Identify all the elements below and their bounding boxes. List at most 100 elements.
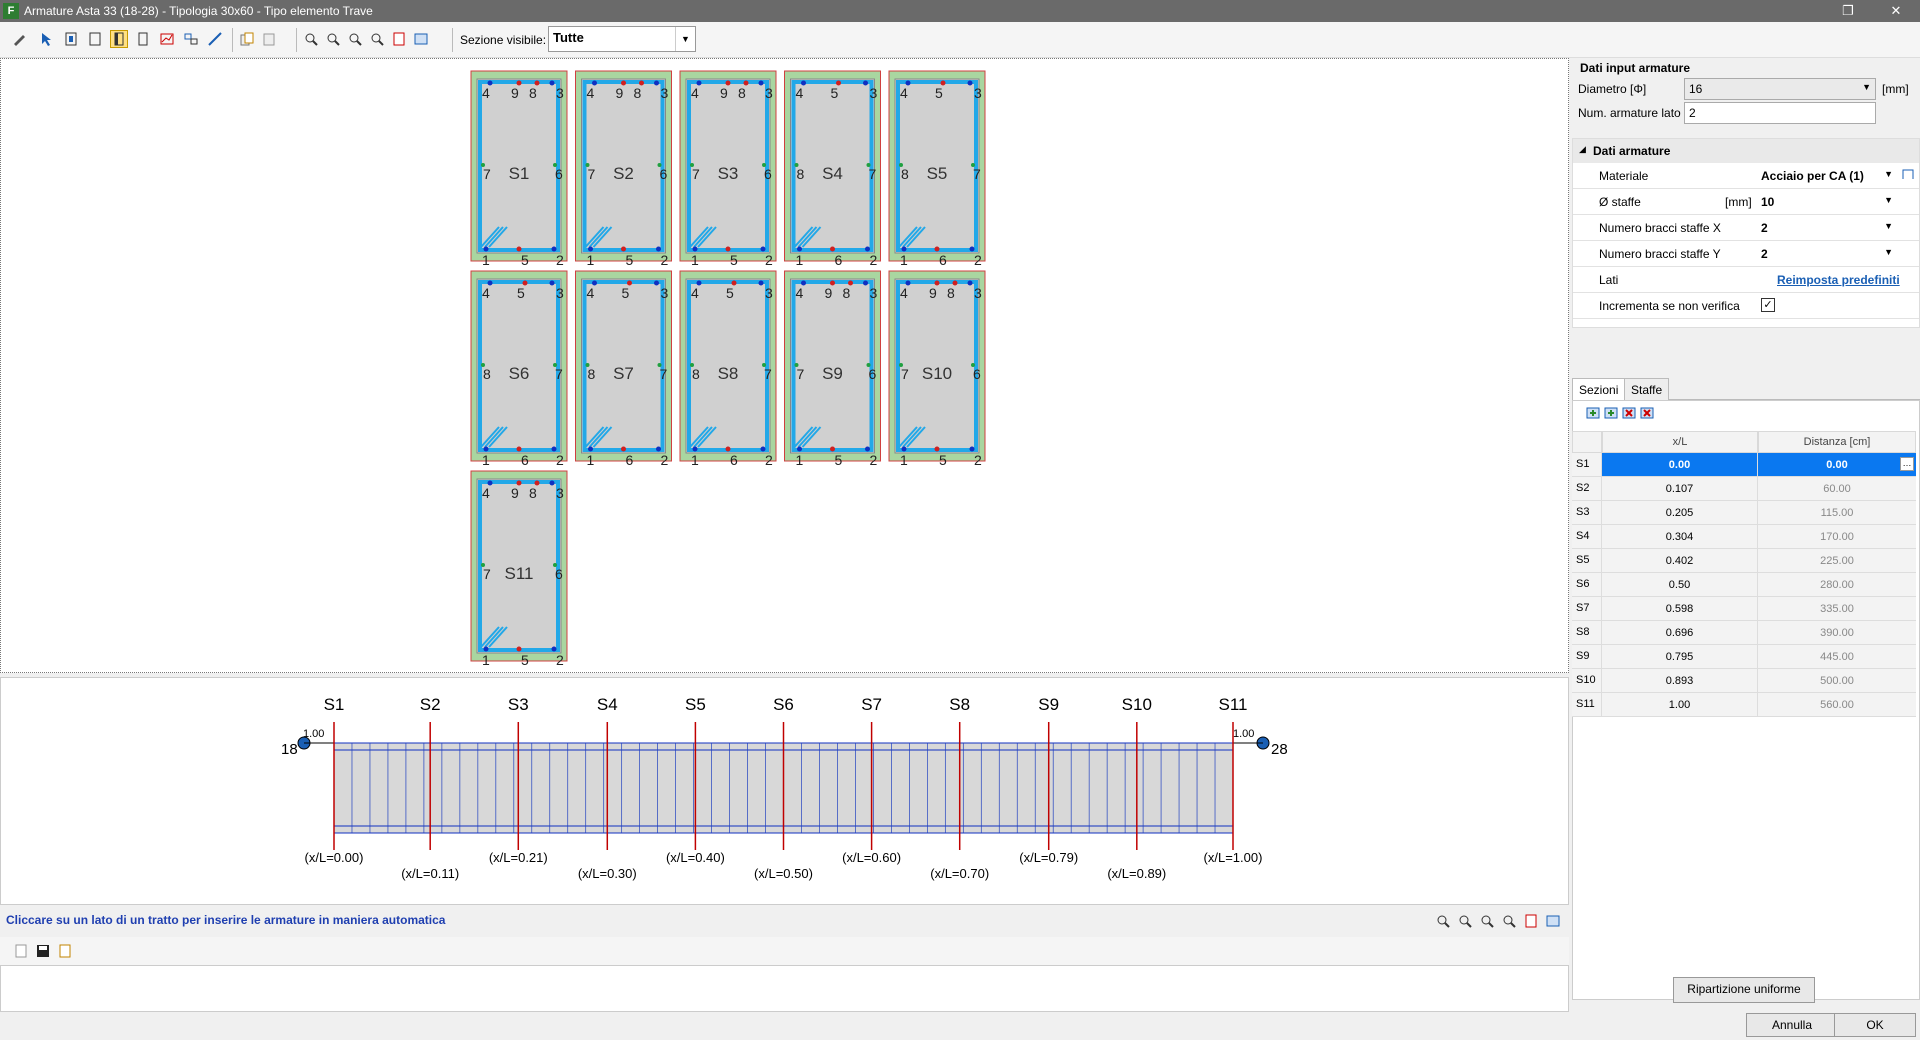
xl-cell[interactable]: 0.893 <box>1602 669 1758 693</box>
xl-cell[interactable]: 0.50 <box>1602 573 1758 597</box>
table-row[interactable]: S3 0.205 115.00 <box>1572 501 1918 525</box>
chart-icon[interactable] <box>158 30 176 48</box>
distanza-cell[interactable]: 280.00 <box>1758 573 1916 597</box>
file-toolbar <box>0 937 1569 965</box>
distanza-cell[interactable]: 170.00 <box>1758 525 1916 549</box>
incrementa-checkbox[interactable]: ✓ <box>1761 298 1775 312</box>
xl-cell[interactable]: 0.795 <box>1602 645 1758 669</box>
side-view-icon[interactable] <box>134 30 152 48</box>
delete-row-icon[interactable] <box>1620 404 1638 422</box>
image-export-icon[interactable] <box>412 30 430 48</box>
pdf-icon[interactable] <box>390 30 408 48</box>
link-icon[interactable] <box>182 30 200 48</box>
xl-cell[interactable]: 0.00 <box>1602 453 1758 477</box>
sections-canvas[interactable]: 4 9 8 3 7 6 1 5 2 S1 4 9 8 3 7 6 1 5 2 S2 4 9 8 3 7 6 1 5 2 S3 4 5 3 8 7 1 6… <box>0 58 1569 673</box>
section-S3[interactable]: 4 9 8 3 7 6 1 5 2 S3 <box>679 70 777 268</box>
staffe-row[interactable]: Ø staffe [mm] 10 ▼ <box>1573 189 1919 215</box>
copy-icon[interactable] <box>238 30 256 48</box>
distanza-cell[interactable]: 390.00 <box>1758 621 1916 645</box>
section-S8[interactable]: 4 5 3 8 7 1 6 2 S8 <box>679 270 777 468</box>
section-S4[interactable]: 4 5 3 8 7 1 6 2 S4 <box>784 70 881 268</box>
ok-button[interactable]: OK <box>1834 1013 1916 1037</box>
xl-cell[interactable]: 1.00 <box>1602 693 1758 717</box>
zoom-out-icon[interactable] <box>1456 912 1474 930</box>
section-S1[interactable]: 4 9 8 3 7 6 1 5 2 S1 <box>470 70 568 268</box>
beam-canvas[interactable]: 18 28 1.00 1.00 S1 (x/L=0.00) S2 (x/L=0.11) S3 (x… <box>0 677 1569 905</box>
open-file-icon[interactable] <box>56 942 74 960</box>
sezione-select[interactable]: Tutte ▼ <box>548 26 696 52</box>
table-row[interactable]: S9 0.795 445.00 <box>1572 645 1918 669</box>
edit-material-icon[interactable] <box>1901 167 1915 184</box>
pointer-icon[interactable] <box>38 30 56 48</box>
select-grid-icon[interactable] <box>62 30 80 48</box>
distanza-cell[interactable]: 445.00 <box>1758 645 1916 669</box>
ellipsis-button[interactable]: … <box>1900 457 1914 471</box>
section-S10[interactable]: 4 9 8 3 7 6 1 5 2 S10 <box>888 270 986 468</box>
zoom-window-icon[interactable] <box>346 30 364 48</box>
delete-all-icon[interactable] <box>1638 404 1656 422</box>
table-row[interactable]: S8 0.696 390.00 <box>1572 621 1918 645</box>
xl-cell[interactable]: 0.205 <box>1602 501 1758 525</box>
zoom-out-icon[interactable] <box>324 30 342 48</box>
num-armature-input[interactable]: 2 <box>1684 102 1876 124</box>
add-row-icon[interactable] <box>1584 404 1602 422</box>
svg-text:1: 1 <box>691 452 699 468</box>
dati-armature-header[interactable]: ◢ Dati armature <box>1573 139 1919 163</box>
section-S5[interactable]: 4 5 3 8 7 1 6 2 S5 <box>888 70 986 268</box>
materiale-row[interactable]: Materiale Acciaio per CA (1) ▼ <box>1573 163 1919 189</box>
table-row[interactable]: S10 0.893 500.00 <box>1572 669 1918 693</box>
table-row[interactable]: S6 0.50 280.00 <box>1572 573 1918 597</box>
section-view-icon[interactable] <box>110 30 128 48</box>
line-icon[interactable] <box>206 30 224 48</box>
zoom-window-icon[interactable] <box>1478 912 1496 930</box>
node-right-label: 28 <box>1271 741 1288 758</box>
distanza-cell[interactable]: 560.00 <box>1758 693 1916 717</box>
reimposta-link[interactable]: Reimposta predefiniti <box>1777 273 1900 287</box>
distanza-cell[interactable]: 335.00 <box>1758 597 1916 621</box>
tab-sezioni[interactable]: Sezioni <box>1572 378 1626 401</box>
section-S9[interactable]: 4 9 8 3 7 6 1 5 2 S9 <box>784 270 881 468</box>
svg-text:2: 2 <box>765 452 773 468</box>
ripartizione-uniforme-button[interactable]: Ripartizione uniforme <box>1673 977 1815 1003</box>
table-row[interactable]: S11 1.00 560.00 <box>1572 693 1918 717</box>
bracci-x-row[interactable]: Numero bracci staffe X 2 ▼ <box>1573 215 1919 241</box>
zoom-extents-icon[interactable] <box>1500 912 1518 930</box>
annulla-button[interactable]: Annulla <box>1746 1013 1838 1037</box>
xl-cell[interactable]: 0.598 <box>1602 597 1758 621</box>
distanza-cell[interactable]: 0.00 <box>1758 453 1916 477</box>
distanza-cell[interactable]: 115.00 <box>1758 501 1916 525</box>
table-row[interactable]: S4 0.304 170.00 <box>1572 525 1918 549</box>
section-S7[interactable]: 4 5 3 8 7 1 6 2 S7 <box>575 270 672 468</box>
paste-icon[interactable] <box>260 30 278 48</box>
distanza-cell[interactable]: 500.00 <box>1758 669 1916 693</box>
insert-row-icon[interactable] <box>1602 404 1620 422</box>
distanza-cell[interactable]: 60.00 <box>1758 477 1916 501</box>
section-S11[interactable]: 4 9 8 3 7 6 1 5 2 S11 <box>470 470 568 668</box>
xl-cell[interactable]: 0.402 <box>1602 549 1758 573</box>
xl-cell[interactable]: 0.696 <box>1602 621 1758 645</box>
zoom-extents-icon[interactable] <box>368 30 386 48</box>
table-row[interactable]: S7 0.598 335.00 <box>1572 597 1918 621</box>
save-icon[interactable] <box>34 942 52 960</box>
image-export-icon[interactable] <box>1544 912 1562 930</box>
diametro-select[interactable]: 16 ▼ <box>1684 78 1876 100</box>
table-row[interactable]: S2 0.107 60.00 <box>1572 477 1918 501</box>
section-S6[interactable]: 4 5 3 8 7 1 6 2 S6 <box>470 270 568 468</box>
zoom-in-icon[interactable] <box>1434 912 1452 930</box>
section-S2[interactable]: 4 9 8 3 7 6 1 5 2 S2 <box>575 70 672 268</box>
table-row[interactable]: S1 0.00 0.00… <box>1572 453 1918 477</box>
svg-text:7: 7 <box>555 366 563 382</box>
pdf-icon[interactable] <box>1522 912 1540 930</box>
distanza-cell[interactable]: 225.00 <box>1758 549 1916 573</box>
bracci-y-row[interactable]: Numero bracci staffe Y 2 ▼ <box>1573 241 1919 267</box>
pencil-icon[interactable] <box>10 30 28 48</box>
new-file-icon[interactable] <box>12 942 30 960</box>
xl-cell[interactable]: 0.304 <box>1602 525 1758 549</box>
close-button[interactable]: ✕ <box>1876 0 1916 22</box>
xl-cell[interactable]: 0.107 <box>1602 477 1758 501</box>
tab-staffe[interactable]: Staffe <box>1624 378 1670 400</box>
frame-icon[interactable] <box>86 30 104 48</box>
table-row[interactable]: S5 0.402 225.00 <box>1572 549 1918 573</box>
restore-button[interactable]: ❐ <box>1828 0 1868 22</box>
zoom-in-icon[interactable] <box>302 30 320 48</box>
